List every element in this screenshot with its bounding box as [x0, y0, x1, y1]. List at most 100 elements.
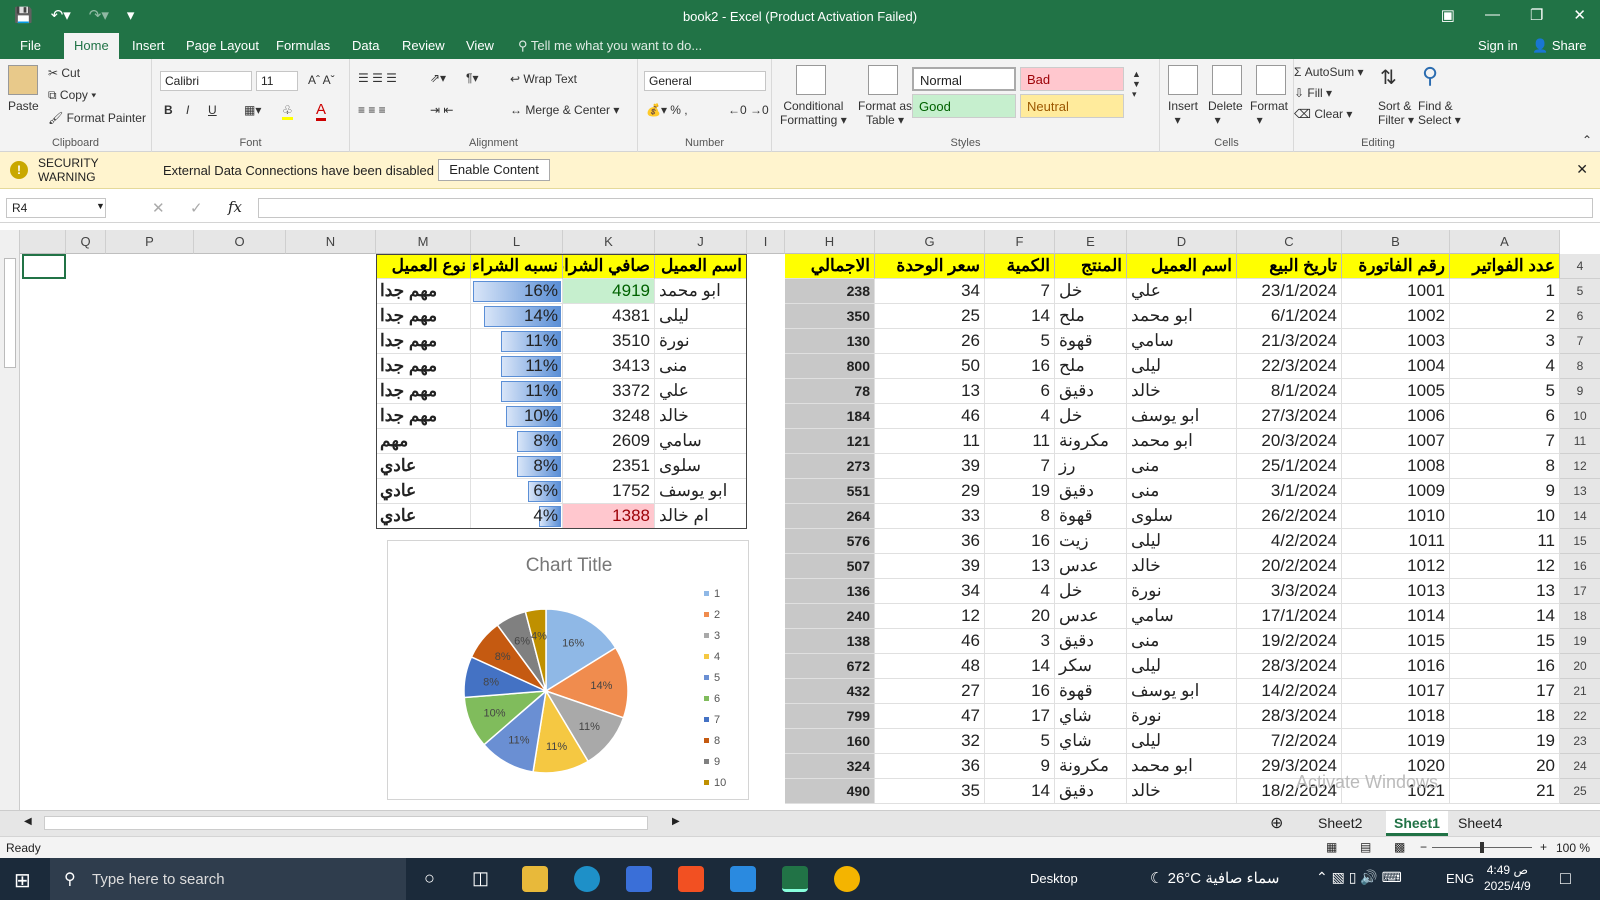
grow-font-icon[interactable]: Aˆ Aˇ	[308, 73, 335, 87]
insert-cells-button[interactable]: Insert ▾	[1168, 99, 1198, 127]
find-select-icon[interactable]: ⚲	[1422, 63, 1438, 89]
desktop-toolbar[interactable]: Desktop	[1030, 871, 1078, 886]
select-all-corner[interactable]	[20, 230, 66, 254]
cell-a19[interactable]: 15	[1450, 629, 1560, 654]
cell-g20[interactable]: 48	[875, 654, 985, 679]
cell-m6[interactable]: مهم جدا	[376, 304, 471, 329]
cell-m10[interactable]: مهم جدا	[376, 404, 471, 429]
fill-button[interactable]: ⇩ Fill ▾	[1294, 86, 1332, 100]
cell-c11[interactable]: 20/3/2024	[1237, 429, 1342, 454]
cell-h8[interactable]: 800	[785, 354, 875, 379]
cell-l11[interactable]: 8%	[471, 429, 563, 454]
cell-c16[interactable]: 20/2/2024	[1237, 554, 1342, 579]
cell-c6[interactable]: 6/1/2024	[1237, 304, 1342, 329]
cell-l10[interactable]: 10%	[471, 404, 563, 429]
row-header-5[interactable]: 5	[1560, 279, 1600, 304]
header-d[interactable]: اسم العميل	[1127, 254, 1237, 279]
column-header-a[interactable]: A	[1450, 230, 1560, 254]
cell-e10[interactable]: خل	[1055, 404, 1127, 429]
cell-a14[interactable]: 10	[1450, 504, 1560, 529]
cell-f8[interactable]: 16	[985, 354, 1055, 379]
underline-icon[interactable]: U	[208, 103, 217, 117]
header-m[interactable]: نوع العميل	[376, 254, 471, 279]
maximize-button[interactable]: ❐	[1530, 6, 1543, 24]
cell-a21[interactable]: 17	[1450, 679, 1560, 704]
cell-h9[interactable]: 78	[785, 379, 875, 404]
cell-h14[interactable]: 264	[785, 504, 875, 529]
cell-f23[interactable]: 5	[985, 729, 1055, 754]
cell-g23[interactable]: 32	[875, 729, 985, 754]
column-header-i[interactable]: I	[747, 230, 785, 254]
cell-e13[interactable]: دقيق	[1055, 479, 1127, 504]
cell-e9[interactable]: دقيق	[1055, 379, 1127, 404]
header-f[interactable]: الكمية	[985, 254, 1055, 279]
cell-g8[interactable]: 50	[875, 354, 985, 379]
formula-input[interactable]	[258, 198, 1593, 218]
header-h[interactable]: الاجمالي	[785, 254, 875, 279]
cell-d5[interactable]: علي	[1127, 279, 1237, 304]
zoom-slider-thumb[interactable]	[1480, 842, 1484, 853]
cell-e6[interactable]: ملح	[1055, 304, 1127, 329]
cell-h23[interactable]: 160	[785, 729, 875, 754]
clear-button[interactable]: ⌫ Clear ▾	[1294, 107, 1352, 121]
row-header-13[interactable]: 13	[1560, 479, 1600, 504]
font-size-combo[interactable]: 11	[256, 71, 298, 91]
tab-view[interactable]: View	[466, 38, 494, 53]
column-header-d[interactable]: D	[1127, 230, 1237, 254]
cell-g21[interactable]: 27	[875, 679, 985, 704]
column-header-h[interactable]: H	[785, 230, 875, 254]
row-header-20[interactable]: 20	[1560, 654, 1600, 679]
cell-d25[interactable]: خالد	[1127, 779, 1237, 804]
decimal-icon[interactable]: ←0 →0	[728, 103, 769, 117]
cell-b22[interactable]: 1018	[1342, 704, 1450, 729]
borders-icon[interactable]: ▦▾	[244, 103, 261, 117]
styles-scroll-icon[interactable]: ▲ ▼ ▾	[1132, 69, 1141, 100]
row-header-21[interactable]: 21	[1560, 679, 1600, 704]
cell-b12[interactable]: 1008	[1342, 454, 1450, 479]
cell-l5[interactable]: 16%	[471, 279, 563, 304]
cell-d21[interactable]: ابو يوسف	[1127, 679, 1237, 704]
header-j[interactable]: اسم العميل	[655, 254, 747, 279]
cell-a13[interactable]: 9	[1450, 479, 1560, 504]
cell-b16[interactable]: 1012	[1342, 554, 1450, 579]
cell-d12[interactable]: منى	[1127, 454, 1237, 479]
file-explorer-icon[interactable]	[522, 866, 548, 892]
zoom-out-icon[interactable]: −	[1420, 840, 1427, 854]
wrap-text-button[interactable]: ↩ Wrap Text	[510, 72, 577, 86]
column-header-f[interactable]: F	[985, 230, 1055, 254]
cell-b21[interactable]: 1017	[1342, 679, 1450, 704]
cell-e24[interactable]: مكرونة	[1055, 754, 1127, 779]
top-align-icon[interactable]: ☰ ☰ ☰	[358, 71, 397, 85]
header-k[interactable]: صافي الشراء	[563, 254, 655, 279]
cell-d22[interactable]: نورة	[1127, 704, 1237, 729]
cell-f13[interactable]: 19	[985, 479, 1055, 504]
cell-j9[interactable]: علي	[655, 379, 747, 404]
row-header-19[interactable]: 19	[1560, 629, 1600, 654]
cell-g13[interactable]: 29	[875, 479, 985, 504]
page-break-view-icon[interactable]: ▩	[1394, 840, 1405, 854]
pie-chart[interactable]: Chart Title 16% 14% 11% 11% 11% 10% 8% 8% 6% 4% 1 2…	[387, 540, 749, 800]
rtl-icon[interactable]: ¶▾	[466, 71, 478, 85]
copy-button[interactable]: ⧉ Copy ▾	[48, 88, 96, 103]
cell-e21[interactable]: قهوة	[1055, 679, 1127, 704]
row-header-10[interactable]: 10	[1560, 404, 1600, 429]
cell-a11[interactable]: 7	[1450, 429, 1560, 454]
cell-k10[interactable]: 3248	[563, 404, 655, 429]
cell-j12[interactable]: سلوى	[655, 454, 747, 479]
row-header-24[interactable]: 24	[1560, 754, 1600, 779]
cell-e7[interactable]: قهوة	[1055, 329, 1127, 354]
row-header-8[interactable]: 8	[1560, 354, 1600, 379]
close-warning-icon[interactable]: ✕	[1576, 161, 1588, 178]
style-good[interactable]: Good	[912, 94, 1016, 118]
cell-e8[interactable]: ملح	[1055, 354, 1127, 379]
cell-f5[interactable]: 7	[985, 279, 1055, 304]
header-a[interactable]: عدد الفواتير	[1450, 254, 1560, 279]
windows-start-icon[interactable]: ⊞	[14, 868, 31, 893]
cell-l13[interactable]: 6%	[471, 479, 563, 504]
cell-j13[interactable]: ابو يوسف	[655, 479, 747, 504]
column-header-c[interactable]: C	[1237, 230, 1342, 254]
weather-widget[interactable]: ☾ 26°C سماء صافية	[1150, 869, 1279, 887]
cell-h22[interactable]: 799	[785, 704, 875, 729]
cell-e14[interactable]: قهوة	[1055, 504, 1127, 529]
cell-e22[interactable]: شاي	[1055, 704, 1127, 729]
